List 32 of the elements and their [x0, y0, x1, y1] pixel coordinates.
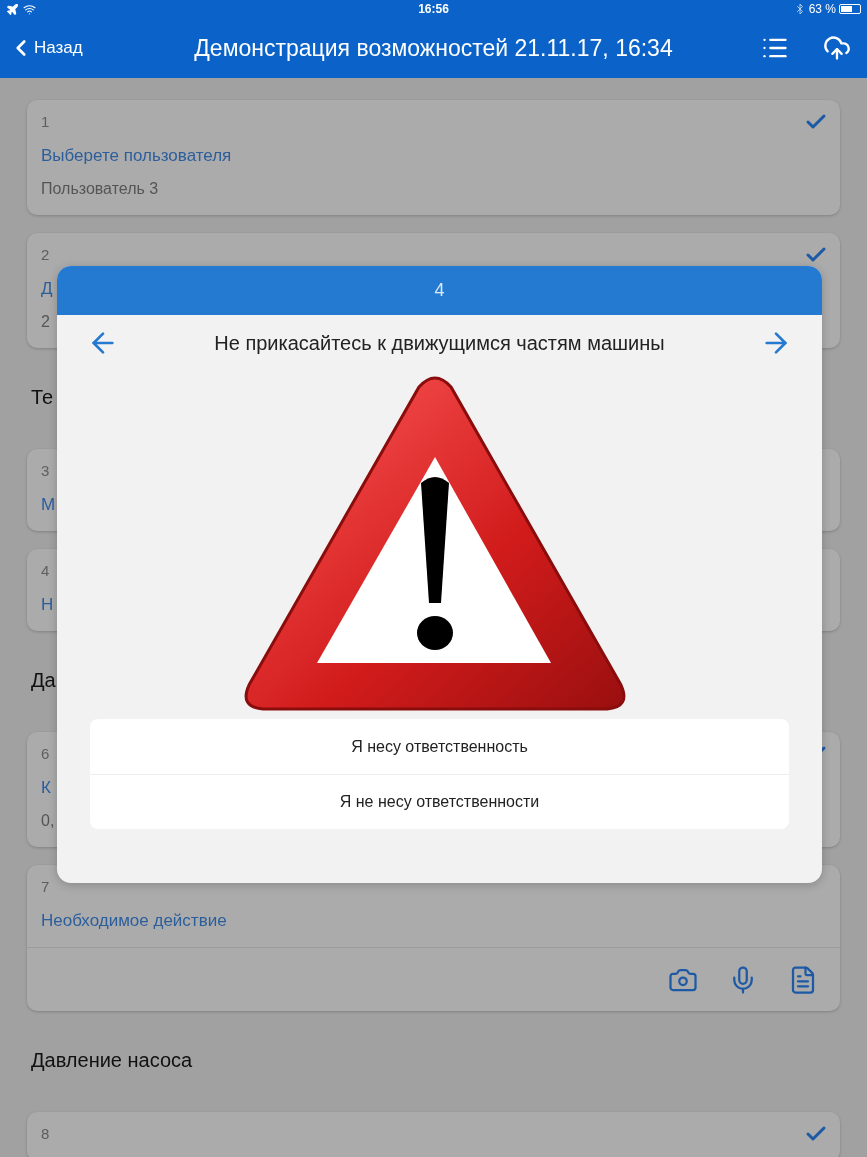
item-label: Необходимое действие	[41, 909, 227, 932]
item-number: 1	[41, 112, 50, 133]
upload-icon[interactable]	[823, 34, 851, 62]
item-number: 6	[41, 744, 50, 765]
item-number: 2	[41, 245, 50, 266]
dialog-title: Не прикасайтесь к движущимся частям машины	[213, 331, 666, 356]
item-value: 2	[41, 311, 50, 332]
battery-percent: 63 %	[808, 1, 836, 18]
dialog-number: 4	[434, 279, 445, 302]
item-value: 0,	[41, 810, 55, 831]
item-label: Д	[41, 277, 53, 300]
item-label: Выберете пользователя	[41, 144, 232, 167]
item-number: 4	[41, 561, 50, 582]
section-title: Да	[31, 668, 56, 693]
item-value: Пользователь 3	[41, 178, 159, 199]
section-title: Те	[31, 385, 54, 410]
option-button[interactable]: Я несу ответственность	[90, 719, 789, 774]
item-number: 7	[41, 877, 50, 898]
item-card[interactable]: 1 Выберете пользователя Пользователь 3	[27, 100, 840, 215]
airplane-icon	[6, 2, 19, 16]
status-time: 16:56	[417, 1, 450, 18]
item-label: К	[41, 776, 51, 799]
item-number: 3	[41, 461, 50, 482]
battery-icon	[839, 4, 861, 14]
wifi-icon	[23, 2, 36, 16]
back-button[interactable]: Назад	[8, 35, 158, 61]
item-label: Н	[41, 593, 54, 616]
option-button[interactable]: Я не несу ответственности	[90, 774, 789, 829]
item-label: М	[41, 493, 56, 516]
section-title: Давление насоса	[31, 1048, 193, 1073]
screen-title: Демонстрация возможностей 21.11.17, 16:34	[193, 33, 674, 63]
item-number: 8	[41, 1124, 50, 1145]
